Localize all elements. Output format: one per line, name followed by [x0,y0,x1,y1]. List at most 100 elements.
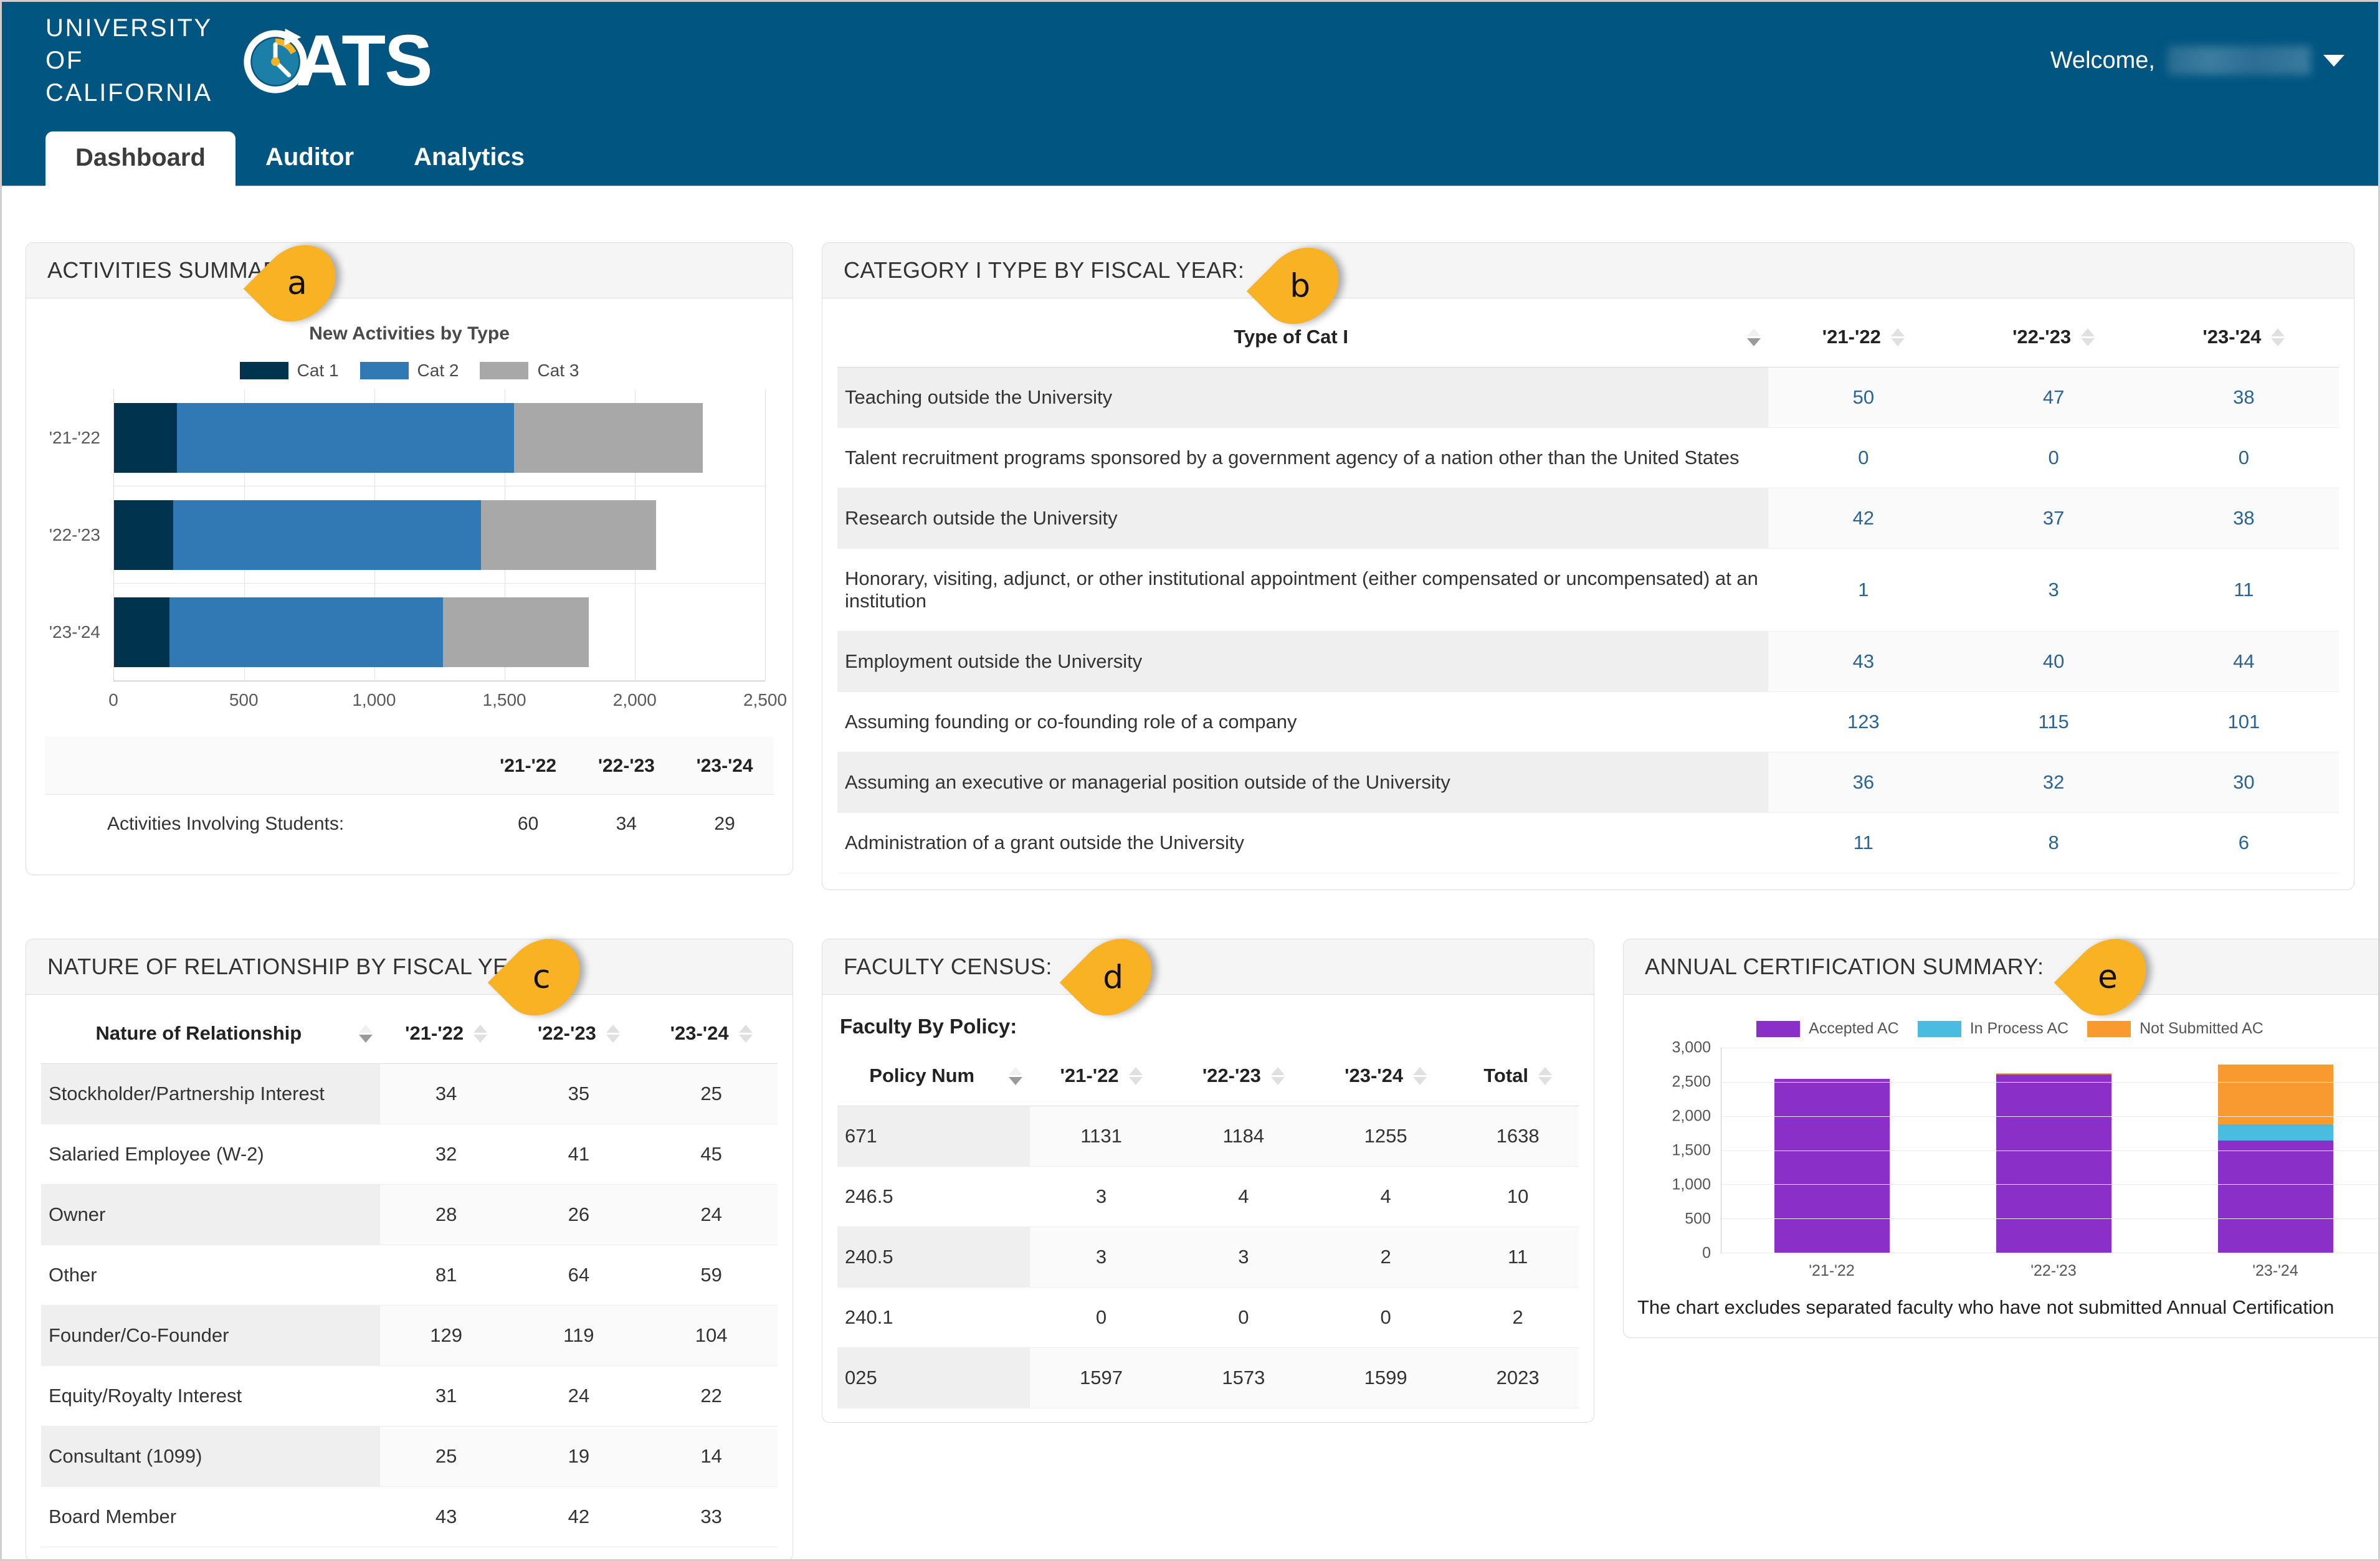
table-cell[interactable]: 50 [1768,367,1959,428]
value-link[interactable]: 44 [2233,650,2254,672]
value-link[interactable]: 0 [2239,447,2249,468]
value-link[interactable]: 6 [2239,832,2249,853]
user-menu[interactable]: Welcome, [2050,46,2351,75]
table-cell[interactable]: 47 [1958,367,2149,428]
value-link[interactable]: 43 [1853,650,1874,672]
table-cell[interactable]: 43 [1768,631,1959,692]
oats-logo: ATS [240,24,432,97]
sort-icon-2122[interactable] [1890,328,1905,346]
sort-icon-2122[interactable] [474,1024,488,1043]
legend-swatch-not-submitted [2087,1020,2131,1037]
row-label: Owner [41,1184,380,1245]
col-fy-2122[interactable]: '21-'22 [1768,305,1959,368]
col-fy-2223[interactable]: '22-'23 [1172,1043,1315,1106]
value-link[interactable]: 38 [2233,507,2254,529]
col-total[interactable]: Total [1457,1043,1579,1106]
table-cell[interactable]: 6 [2148,812,2339,873]
bar-segment[interactable] [114,500,174,570]
value-link[interactable]: 38 [2233,386,2254,408]
table-cell[interactable]: 115 [1958,691,2149,752]
table-cell[interactable]: 0 [1958,427,2149,488]
sort-icon-2324[interactable] [2271,328,2285,346]
col-fy-2122[interactable]: '21-'22 [379,1001,513,1064]
welcome-label: Welcome, [2050,47,2155,74]
sort-icon-2223[interactable] [606,1024,620,1043]
col-fy-2324[interactable]: '23-'24 [2148,305,2339,368]
table-cell: 1573 [1172,1347,1315,1408]
table-cell[interactable]: 32 [1958,752,2149,813]
value-link[interactable]: 11 [1854,832,1873,853]
chevron-down-icon[interactable] [2323,54,2344,67]
value-link[interactable]: 30 [2233,771,2254,793]
tab-analytics[interactable]: Analytics [384,131,555,186]
value-link[interactable]: 42 [1853,507,1874,529]
value-link[interactable]: 50 [1853,386,1874,408]
col-fy-2122[interactable]: '21-'22 [1030,1043,1173,1106]
table-cell[interactable]: 101 [2148,691,2339,752]
table-cell[interactable]: 30 [2148,752,2339,813]
table-cell[interactable]: 37 [1958,488,2149,549]
table-cell[interactable]: 38 [2148,367,2339,428]
bar-segment[interactable] [114,597,170,667]
value-link[interactable]: 123 [1847,711,1880,733]
table-cell[interactable]: 8 [1958,812,2149,873]
value-link[interactable]: 101 [2227,711,2260,733]
sort-icon-policy[interactable] [1009,1066,1023,1085]
col-nature-of-relationship[interactable]: Nature of Relationship [41,1001,380,1064]
bar-segment[interactable] [114,402,178,473]
table-cell[interactable]: 38 [2148,488,2339,549]
bar-segment[interactable] [2217,1124,2333,1141]
table-cell[interactable]: 40 [1958,631,2149,692]
bar-segment[interactable] [442,597,589,667]
table-cell[interactable]: 123 [1768,691,1959,752]
table-cell[interactable]: 11 [1768,812,1959,873]
table-row: Teaching outside the University 50 47 38 [837,367,2339,428]
bar-segment[interactable] [1996,1075,2111,1253]
sort-icon-2223[interactable] [2081,328,2095,346]
activities-bar-plot: '21-'22 '22-'23 '23-'24 [49,389,766,681]
value-link[interactable]: 115 [2038,711,2068,733]
bar-segment[interactable] [169,597,443,667]
table-cell[interactable]: 44 [2148,631,2339,692]
col-fy-2324[interactable]: '23-'24 [1314,1043,1457,1106]
value-link[interactable]: 37 [2043,507,2064,529]
sort-icon-2223[interactable] [1270,1066,1285,1085]
table-cell[interactable]: 0 [1768,427,1959,488]
bar-segment[interactable] [513,402,703,473]
table-cell[interactable]: 36 [1768,752,1959,813]
table-cell[interactable]: 1 [1768,548,1959,632]
sort-icon-2324[interactable] [738,1024,753,1043]
bar-segment[interactable] [177,402,514,473]
value-link[interactable]: 32 [2043,771,2064,793]
table-cell[interactable]: 3 [1958,548,2149,632]
value-link[interactable]: 47 [2043,386,2064,408]
bar-segment[interactable] [2217,1141,2333,1253]
tab-dashboard[interactable]: Dashboard [45,131,236,186]
table-cell[interactable]: 0 [2148,427,2339,488]
value-link[interactable]: 8 [2048,832,2059,853]
brand-logo: UNIVERSITY OF CALIFORNIA ATS [45,12,432,109]
value-link[interactable]: 3 [2048,579,2059,600]
sort-icon-2324[interactable] [1413,1066,1427,1085]
value-link[interactable]: 1 [1858,579,1868,600]
value-link[interactable]: 11 [2234,579,2254,600]
bar-segment[interactable] [481,500,657,570]
table-cell[interactable]: 42 [1768,488,1959,549]
sort-icon-nature[interactable] [358,1024,373,1043]
faculty-by-policy-subtitle: Faculty By Policy: [840,1015,1017,1038]
sort-icon-2122[interactable] [1128,1066,1143,1085]
bar-segment[interactable] [173,500,482,570]
col-policy-num[interactable]: Policy Num [837,1043,1031,1106]
sort-icon-type[interactable] [1747,328,1761,346]
value-link[interactable]: 40 [2043,650,2064,672]
tab-auditor[interactable]: Auditor [236,131,384,186]
legend-label-accepted: Accepted AC [1809,1020,1899,1037]
value-link[interactable]: 36 [1853,771,1874,793]
value-link[interactable]: 0 [2048,447,2059,468]
col-fy-2223[interactable]: '22-'23 [1958,305,2149,368]
table-cell[interactable]: 11 [2148,548,2339,632]
value-link[interactable]: 0 [1858,447,1868,468]
col-fy-2324[interactable]: '23-'24 [645,1001,778,1064]
sort-icon-total[interactable] [1538,1066,1553,1085]
bar-segment[interactable] [1774,1079,1890,1253]
